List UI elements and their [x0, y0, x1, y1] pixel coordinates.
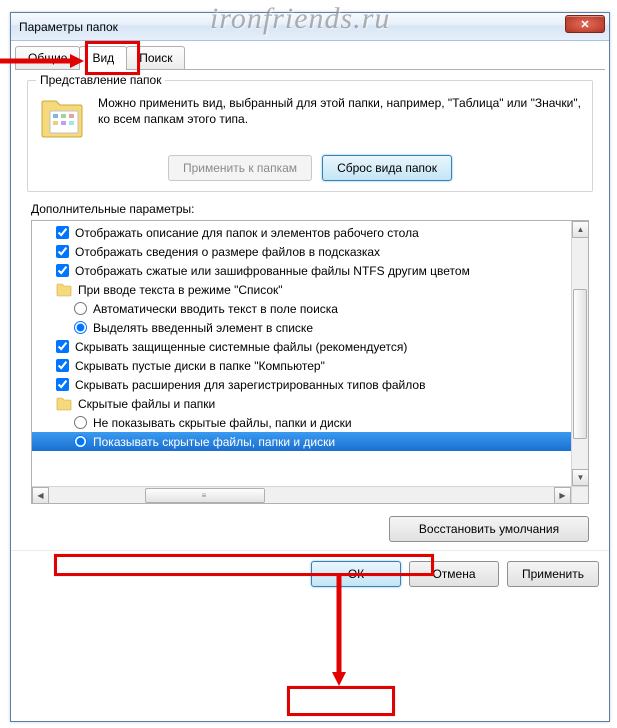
list-item-label: Скрывать защищенные системные файлы (рек…	[75, 340, 407, 354]
list-item[interactable]: Отображать сведения о размере файлов в п…	[32, 242, 589, 261]
folder-views-description: Можно применить вид, выбранный для этой …	[98, 95, 582, 127]
list-item-label: Выделять введенный элемент в списке	[93, 321, 313, 335]
list-item[interactable]: Автоматически вводить текст в поле поиск…	[32, 299, 589, 318]
tab-search[interactable]: Поиск	[126, 46, 185, 69]
checkbox[interactable]	[56, 340, 69, 353]
tab-view[interactable]: Вид	[79, 46, 127, 70]
list-item[interactable]: Скрытые файлы и папки	[32, 394, 589, 413]
folder-icon	[56, 283, 72, 297]
scroll-up-button[interactable]: ▲	[572, 221, 589, 238]
advanced-settings-list[interactable]: Отображать описание для папок и элементо…	[31, 220, 589, 504]
list-item-label: Отображать сведения о размере файлов в п…	[75, 245, 380, 259]
tab-strip: Общие Вид Поиск	[11, 41, 609, 69]
window-title: Параметры папок	[19, 20, 118, 34]
advanced-settings-label: Дополнительные параметры:	[31, 202, 589, 216]
list-item[interactable]: Скрывать пустые диски в папке "Компьютер…	[32, 356, 589, 375]
list-item[interactable]: Скрывать расширения для зарегистрированн…	[32, 375, 589, 394]
checkbox[interactable]	[56, 359, 69, 372]
ok-button[interactable]: ОК	[311, 561, 401, 587]
folder-views-legend: Представление папок	[36, 73, 165, 87]
scroll-down-button[interactable]: ▼	[572, 469, 589, 486]
checkbox[interactable]	[56, 264, 69, 277]
horizontal-scroll-thumb[interactable]: ≡	[145, 488, 265, 503]
list-item[interactable]: Скрывать защищенные системные файлы (рек…	[32, 337, 589, 356]
titlebar: Параметры папок ✕	[11, 13, 609, 41]
checkbox[interactable]	[56, 245, 69, 258]
checkbox[interactable]	[56, 226, 69, 239]
dialog-button-row: ОК Отмена Применить	[11, 550, 609, 597]
horizontal-scrollbar[interactable]: ◀ ≡ ▶	[32, 486, 571, 503]
radio[interactable]	[74, 321, 87, 334]
folder-options-window: Параметры папок ✕ Общие Вид Поиск Предст…	[10, 12, 610, 722]
list-item-label: Скрытые файлы и папки	[78, 397, 215, 411]
reset-folders-button[interactable]: Сброс вида папок	[322, 155, 452, 181]
list-item-label: Показывать скрытые файлы, папки и диски	[93, 435, 335, 449]
vertical-scroll-thumb[interactable]	[573, 289, 587, 439]
list-item[interactable]: Не показывать скрытые файлы, папки и дис…	[32, 413, 589, 432]
vertical-scrollbar[interactable]: ▲ ▼	[571, 221, 588, 486]
apply-to-folders-button: Применить к папкам	[168, 155, 312, 181]
folder-views-icon	[38, 95, 86, 143]
folder-views-group: Представление папок Можно применить вид,…	[27, 80, 593, 192]
close-icon: ✕	[580, 18, 589, 31]
list-item-label: Автоматически вводить текст в поле поиск…	[93, 302, 338, 316]
list-item[interactable]: Выделять введенный элемент в списке	[32, 318, 589, 337]
checkbox[interactable]	[56, 378, 69, 391]
scroll-left-button[interactable]: ◀	[32, 487, 49, 504]
list-item-label: Скрывать пустые диски в папке "Компьютер…	[75, 359, 325, 373]
tab-general[interactable]: Общие	[15, 46, 80, 69]
close-button[interactable]: ✕	[565, 15, 605, 33]
list-item-label: Не показывать скрытые файлы, папки и дис…	[93, 416, 352, 430]
list-item[interactable]: Показывать скрытые файлы, папки и диски	[32, 432, 589, 451]
list-item-label: Отображать сжатые или зашифрованные файл…	[75, 264, 470, 278]
list-item-label: Скрывать расширения для зарегистрированн…	[75, 378, 425, 392]
list-item[interactable]: При вводе текста в режиме "Список"	[32, 280, 589, 299]
radio[interactable]	[74, 416, 87, 429]
radio[interactable]	[74, 302, 87, 315]
apply-button[interactable]: Применить	[507, 561, 599, 587]
scroll-corner	[571, 486, 588, 503]
restore-defaults-button[interactable]: Восстановить умолчания	[389, 516, 589, 542]
list-item[interactable]: Отображать сжатые или зашифрованные файл…	[32, 261, 589, 280]
radio[interactable]	[74, 435, 87, 448]
tab-body-view: Представление папок Можно применить вид,…	[15, 69, 605, 542]
list-item-label: Отображать описание для папок и элементо…	[75, 226, 419, 240]
list-item[interactable]: Отображать описание для папок и элементо…	[32, 223, 589, 242]
folder-icon	[56, 397, 72, 411]
cancel-button[interactable]: Отмена	[409, 561, 499, 587]
list-item-label: При вводе текста в режиме "Список"	[78, 283, 283, 297]
scroll-right-button[interactable]: ▶	[554, 487, 571, 504]
